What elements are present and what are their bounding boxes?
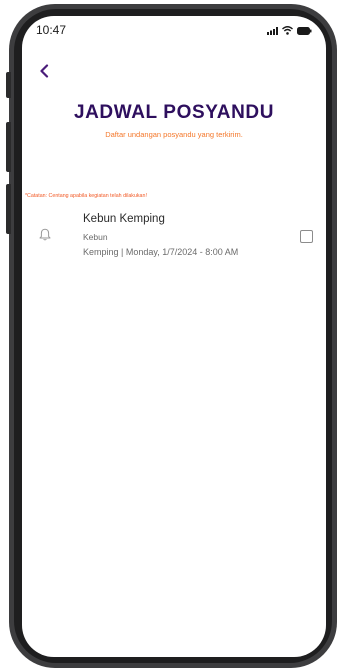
schedule-item[interactable]: Kebun Kemping Kebun Kemping | Monday, 1/…	[22, 210, 326, 268]
status-icons	[267, 26, 312, 35]
phone-side-button	[6, 72, 11, 98]
back-button[interactable]	[33, 60, 55, 82]
wifi-icon	[282, 26, 293, 35]
status-bar: 10:47	[22, 22, 326, 42]
page-title: JADWAL POSYANDU	[73, 102, 275, 123]
chevron-left-icon	[40, 64, 49, 78]
battery-icon	[297, 26, 312, 35]
completion-note: *Catatan: Centang apabila kegiatan telah…	[25, 193, 147, 199]
done-checkbox[interactable]	[300, 230, 313, 243]
signal-icon	[267, 26, 278, 35]
status-time: 10:47	[36, 23, 67, 37]
page-subtitle: Daftar undangan posyandu yang terkirim.	[105, 130, 243, 139]
schedule-item-title: Kebun Kemping	[83, 213, 165, 225]
phone-side-button	[6, 122, 11, 172]
app-screen: 10:47 JADWAL POSYANDU Daftar undangan po…	[22, 16, 326, 657]
schedule-item-location: Kebun	[83, 232, 108, 242]
phone-side-button	[6, 184, 11, 234]
bell-icon	[39, 226, 51, 245]
schedule-item-datetime: Kemping | Monday, 1/7/2024 - 8:00 AM	[83, 247, 239, 257]
